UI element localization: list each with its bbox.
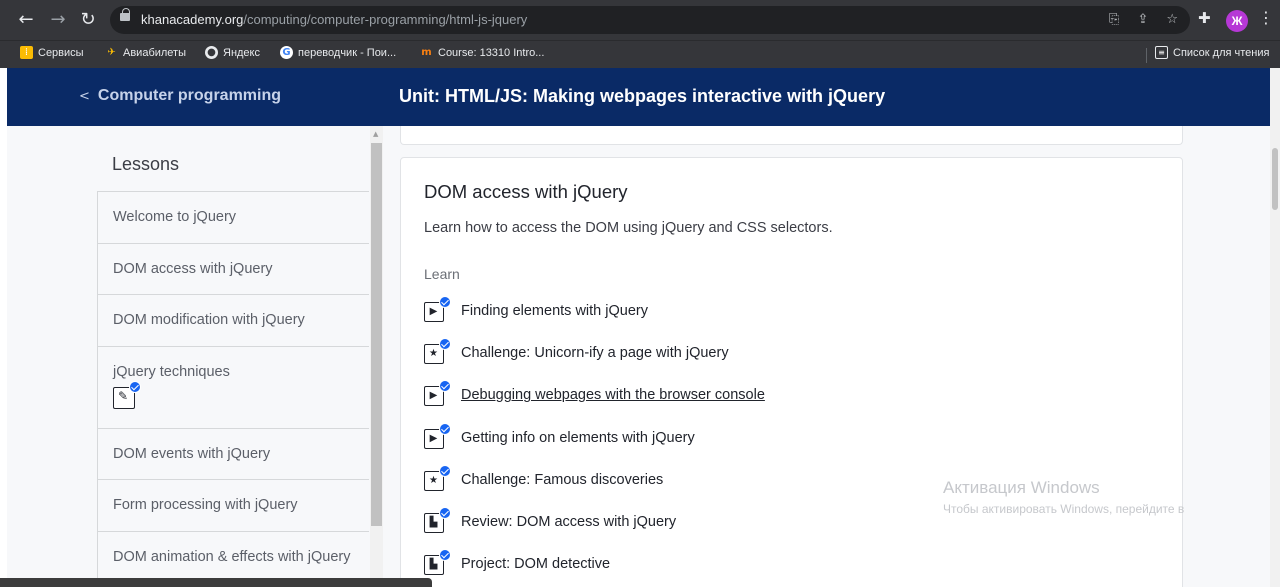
back-link-label: Computer programming — [97, 87, 282, 104]
globe-icon: ● — [205, 46, 218, 59]
browser-menu-icon[interactable]: ⋮ — [1258, 8, 1274, 27]
bookmark-reading-list[interactable]: ≡ Список для чтения — [1155, 46, 1269, 59]
content-item-label[interactable]: Debugging webpages with the browser cons… — [461, 387, 765, 403]
bookmarks-divider — [1146, 48, 1147, 63]
sidebar-item-dom-modification[interactable]: DOM modification with jQuery — [97, 294, 369, 346]
previous-card-bottom — [400, 126, 1183, 145]
document-icon: ▙ — [424, 506, 451, 533]
content-item-label[interactable]: Project: DOM detective — [461, 556, 610, 572]
star-icon: ★ — [424, 464, 451, 491]
watermark-title: Активация Windows — [943, 478, 1100, 497]
profile-avatar[interactable]: Ж — [1226, 10, 1248, 32]
skill-badge: ✎ — [113, 380, 141, 409]
content-item-label[interactable]: Challenge: Unicorn-ify a page with jQuer… — [461, 345, 729, 361]
lesson-list: Welcome to jQuery DOM access with jQuery… — [97, 191, 369, 582]
content-item-label[interactable]: Review: DOM access with jQuery — [461, 514, 676, 530]
lesson-title: DOM access with jQuery — [424, 181, 628, 202]
reading-list-icon: ≡ — [1155, 46, 1168, 59]
sidebar-item-label: jQuery techniques — [113, 363, 230, 380]
document-icon: ▙ — [424, 549, 451, 576]
sidebar-item-dom-access[interactable]: DOM access with jQuery — [97, 242, 369, 294]
forward-arrow-icon[interactable]: → — [46, 8, 70, 32]
url-path: /computing/computer-programming/html-js-… — [243, 12, 528, 27]
bookmark-label: Сервисы — [38, 46, 84, 59]
moodle-icon: m — [421, 47, 432, 58]
video-icon: ▶ — [424, 296, 451, 322]
page-scroll-thumb[interactable] — [1272, 148, 1278, 210]
content-item-label[interactable]: Finding elements with jQuery — [461, 303, 648, 319]
bookmark-label: Яндекс — [223, 46, 260, 59]
extensions-puzzle-icon[interactable]: ✚ — [1198, 9, 1211, 27]
sidebar-item-form-processing[interactable]: Form processing with jQuery — [97, 479, 369, 531]
address-bar[interactable]: khanacademy.org/computing/computer-progr… — [110, 6, 1190, 34]
learn-section-label: Learn — [424, 266, 460, 282]
check-circle-icon — [439, 380, 451, 393]
apps-grid-icon: ⁞ — [20, 46, 33, 59]
sidebar-item-dom-events[interactable]: DOM events with jQuery — [97, 427, 369, 479]
page-left-margin — [0, 68, 7, 587]
bookmark-label: Список для чтения — [1173, 46, 1270, 59]
check-circle-icon — [439, 338, 451, 351]
bookmark-course[interactable]: m Course: 13310 Intro... — [420, 46, 544, 59]
content-item[interactable]: ★ Challenge: Unicorn-ify a page with jQu… — [424, 338, 765, 384]
check-circle-icon — [439, 506, 451, 519]
pencil-icon: ✎ — [118, 388, 129, 403]
page-scrollbar[interactable] — [1270, 68, 1280, 587]
check-circle-icon — [439, 464, 451, 477]
bookmark-star-icon[interactable]: ☆ — [1166, 11, 1178, 29]
check-circle-icon — [439, 549, 451, 562]
sidebar-item-dom-animation[interactable]: DOM animation & effects with jQuery — [97, 530, 369, 582]
lessons-heading: Lessons — [112, 154, 180, 174]
url-host: khanacademy.org — [141, 12, 244, 27]
content-item[interactable]: ▙ Review: DOM access with jQuery — [424, 506, 765, 553]
content-item[interactable]: ▙ Project: DOM detective — [424, 549, 765, 587]
unit-header: < Computer programming Unit: HTML/JS: Ma… — [7, 68, 1270, 126]
video-icon: ▶ — [424, 422, 451, 449]
lock-icon — [120, 8, 130, 21]
bookmark-translator[interactable]: G переводчик - Пои... — [280, 46, 396, 59]
windows-activation-watermark: Активация Windows Чтобы активировать Win… — [943, 478, 1184, 516]
url-text[interactable]: khanacademy.org/computing/computer-progr… — [141, 12, 527, 27]
content-item-label[interactable]: Getting info on elements with jQuery — [461, 430, 695, 446]
chevron-left-icon: < — [79, 88, 90, 104]
check-circle-icon — [439, 296, 451, 308]
bookmark-label: переводчик - Пои... — [298, 46, 397, 59]
reload-icon[interactable]: ↻ — [76, 8, 100, 32]
bookmark-label: Course: 13310 Intro... — [438, 46, 545, 59]
sidebar-scroll-thumb[interactable] — [371, 143, 382, 526]
bookmark-yandex[interactable]: ● Яндекс — [205, 46, 260, 59]
watermark-subtitle: Чтобы активировать Windows, перейдите в — [943, 502, 1185, 516]
content-list: ▶ Finding elements with jQuery ★ Challen… — [424, 296, 765, 587]
google-icon: G — [280, 46, 293, 59]
share-icon[interactable]: ⇪ — [1137, 11, 1148, 29]
plane-icon: ✈ — [107, 47, 116, 58]
bookmark-services[interactable]: ⁞ Сервисы — [20, 46, 84, 59]
bookmark-flights[interactable]: ✈ Авиабилеты — [105, 46, 186, 59]
content-item[interactable]: ▶ Getting info on elements with jQuery — [424, 422, 765, 469]
check-circle-icon — [439, 422, 451, 435]
link-status-bar — [0, 578, 432, 587]
scroll-up-arrow-icon[interactable]: ▲ — [373, 130, 378, 138]
lesson-description: Learn how to access the DOM using jQuery… — [424, 220, 833, 236]
back-arrow-icon[interactable]: ← — [14, 8, 38, 32]
content-item[interactable]: ▶ Debugging webpages with the browser co… — [424, 380, 765, 426]
unit-title: Unit: HTML/JS: Making webpages interacti… — [399, 86, 886, 106]
content-item[interactable]: ★ Challenge: Famous discoveries — [424, 464, 765, 511]
translate-icon[interactable]: ⎘ — [1109, 11, 1119, 29]
bookmark-label: Авиабилеты — [123, 46, 187, 59]
browser-toolbar: ← → ↻ khanacademy.org/computing/computer… — [0, 0, 1280, 40]
bookmarks-bar: ⁞ Сервисы ✈ Авиабилеты ● Яндекс G перево… — [0, 40, 1280, 68]
back-to-course-link[interactable]: < Computer programming — [79, 87, 281, 105]
content-item[interactable]: ▶ Finding elements with jQuery — [424, 296, 765, 342]
star-icon: ★ — [424, 338, 451, 365]
lessons-sidebar: Lessons Welcome to jQuery DOM access wit… — [7, 126, 383, 587]
sidebar-item-welcome[interactable]: Welcome to jQuery — [97, 191, 369, 243]
video-icon: ▶ — [424, 380, 451, 407]
sidebar-item-jquery-techniques[interactable]: jQuery techniques ✎ — [97, 345, 369, 428]
lesson-card: DOM access with jQuery Learn how to acce… — [400, 157, 1183, 587]
sidebar-scrollbar[interactable]: ▲ — [370, 126, 383, 587]
check-circle-icon — [129, 380, 141, 393]
content-item-label[interactable]: Challenge: Famous discoveries — [461, 472, 663, 488]
